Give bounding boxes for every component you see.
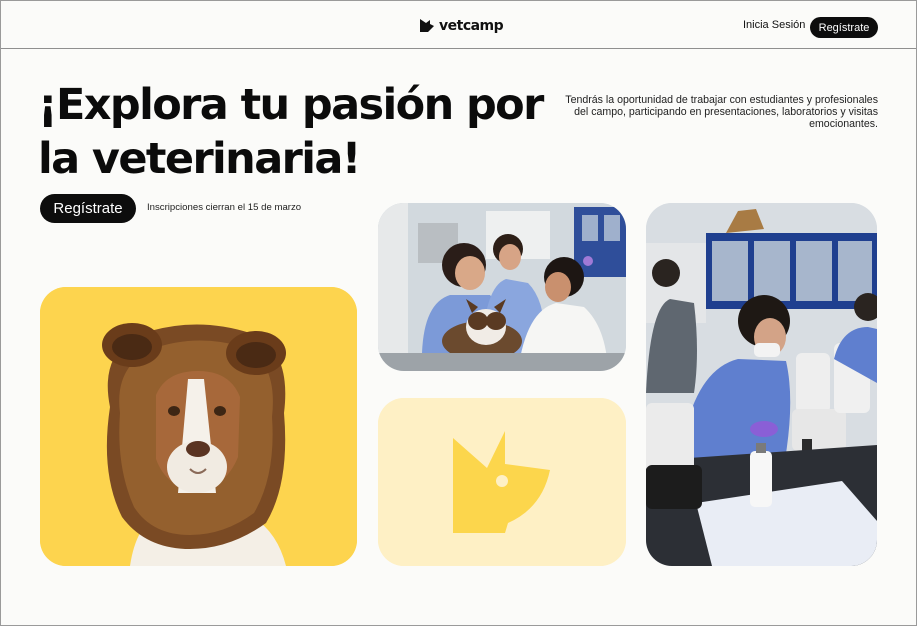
brand-mark-card bbox=[378, 398, 626, 566]
hero-description: Tendrás la oportunidad de trabajar con e… bbox=[565, 94, 878, 130]
students-photo-card bbox=[378, 203, 626, 371]
login-link[interactable]: Inicia Sesión bbox=[743, 19, 805, 31]
vetcamp-dog-head-logo-icon bbox=[378, 398, 626, 566]
brand-name: vetcamp bbox=[439, 18, 504, 34]
dog-head-logo-icon bbox=[420, 19, 434, 32]
header-register-button[interactable]: Regístrate bbox=[810, 17, 878, 38]
hero-register-button[interactable]: Regístrate bbox=[40, 194, 136, 223]
students-photo bbox=[378, 203, 626, 371]
lab-photo-card bbox=[646, 203, 877, 566]
lab-photo bbox=[646, 203, 877, 566]
dog-photo bbox=[40, 287, 357, 566]
brand-logo[interactable]: vetcamp bbox=[419, 16, 504, 36]
registration-deadline: Inscripciones cierran el 15 de marzo bbox=[147, 202, 302, 213]
hero-title: ¡Explora tu pasión por la veterinaria! bbox=[38, 80, 544, 184]
dog-photo-card bbox=[40, 287, 357, 566]
top-navbar: vetcamp Inicia Sesión Regístrate bbox=[1, 1, 916, 49]
